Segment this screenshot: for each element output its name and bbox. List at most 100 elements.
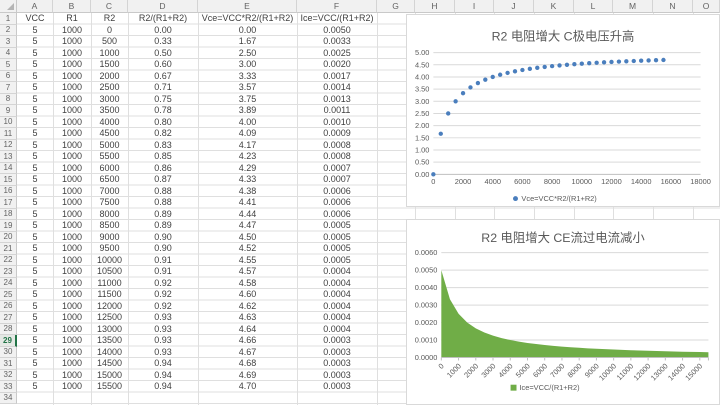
sheet-cell[interactable]: 0.0003	[297, 335, 377, 347]
sheet-cell[interactable]: 5	[17, 289, 53, 301]
sheet-cell[interactable]: 1000	[53, 243, 91, 255]
sheet-cell[interactable]: 0.86	[128, 163, 198, 175]
sheet-cell[interactable]: 0.0004	[297, 301, 377, 313]
sheet-cell[interactable]: 1000	[53, 301, 91, 313]
sheet-cell[interactable]: 0.0020	[297, 59, 377, 71]
sheet-header-cell[interactable]: VCC	[17, 13, 53, 25]
sheet-cell[interactable]: 5	[17, 36, 53, 48]
sheet-cell[interactable]: 4.60	[198, 289, 297, 301]
row-header-3[interactable]: 3	[0, 36, 17, 48]
row-header-6[interactable]: 6	[0, 71, 17, 83]
sheet-cell[interactable]: 0.0003	[297, 381, 377, 393]
sheet-cell[interactable]: 4.57	[198, 266, 297, 278]
row-header-29[interactable]: 29	[0, 335, 17, 347]
sheet-cell[interactable]: 3.00	[198, 59, 297, 71]
row-header-22[interactable]: 22	[0, 255, 17, 267]
sheet-cell[interactable]: 0.94	[128, 370, 198, 382]
sheet-cell[interactable]: 9500	[91, 243, 128, 255]
sheet-cell[interactable]: 0.80	[128, 117, 198, 129]
sheet-cell[interactable]: 5	[17, 347, 53, 359]
sheet-cell[interactable]: 5	[17, 278, 53, 290]
column-header-C[interactable]: C	[91, 0, 128, 13]
column-header-L[interactable]: L	[574, 0, 613, 13]
column-header-D[interactable]: D	[128, 0, 198, 13]
sheet-cell[interactable]: 0.89	[128, 220, 198, 232]
sheet-cell[interactable]: 4.50	[198, 232, 297, 244]
sheet-cell[interactable]: 1000	[53, 289, 91, 301]
sheet-cell[interactable]: 0.0033	[297, 36, 377, 48]
sheet-cell[interactable]: 4.41	[198, 197, 297, 209]
sheet-cell[interactable]: 0.0008	[297, 140, 377, 152]
sheet-cell[interactable]: 4.63	[198, 312, 297, 324]
sheet-cell[interactable]: 2000	[91, 71, 128, 83]
sheet-cell[interactable]: 13000	[91, 324, 128, 336]
sheet-cell[interactable]: 0.0005	[297, 232, 377, 244]
sheet-cell[interactable]: 5	[17, 266, 53, 278]
sheet-cell[interactable]: 5	[17, 151, 53, 163]
sheet-cell[interactable]: 1000	[53, 163, 91, 175]
sheet-cell[interactable]: 5	[17, 220, 53, 232]
sheet-cell[interactable]: 3.75	[198, 94, 297, 106]
row-header-4[interactable]: 4	[0, 48, 17, 60]
sheet-cell[interactable]: 12500	[91, 312, 128, 324]
sheet-cell[interactable]: 5	[17, 94, 53, 106]
column-header-F[interactable]: F	[297, 0, 377, 13]
row-header-10[interactable]: 10	[0, 117, 17, 129]
sheet-cell[interactable]: 0.0006	[297, 197, 377, 209]
column-header-H[interactable]: H	[415, 0, 455, 13]
sheet-cell[interactable]: 0.75	[128, 94, 198, 106]
sheet-cell[interactable]: 0.0017	[297, 71, 377, 83]
sheet-cell[interactable]: 0.60	[128, 59, 198, 71]
sheet-cell[interactable]: 0.0004	[297, 289, 377, 301]
sheet-cell[interactable]: 1000	[53, 105, 91, 117]
row-header-1[interactable]: 1	[0, 13, 17, 25]
sheet-cell[interactable]: 0.90	[128, 232, 198, 244]
sheet-cell[interactable]: 1000	[91, 48, 128, 60]
sheet-cell[interactable]: 1000	[53, 174, 91, 186]
sheet-cell[interactable]: 0.82	[128, 128, 198, 140]
sheet-cell[interactable]: 0.93	[128, 335, 198, 347]
sheet-cell[interactable]: 12000	[91, 301, 128, 313]
sheet-cell[interactable]: 5	[17, 48, 53, 60]
sheet-cell[interactable]: 0.88	[128, 186, 198, 198]
column-header-B[interactable]: B	[53, 0, 91, 13]
sheet-cell[interactable]: 0.87	[128, 174, 198, 186]
sheet-cell[interactable]: 4.38	[198, 186, 297, 198]
sheet-cell[interactable]: 1000	[53, 25, 91, 37]
column-header-O[interactable]: O	[693, 0, 720, 13]
sheet-cell[interactable]: 5	[17, 186, 53, 198]
sheet-cell[interactable]: 5	[17, 232, 53, 244]
sheet-cell[interactable]: 5	[17, 197, 53, 209]
row-header-19[interactable]: 19	[0, 220, 17, 232]
row-header-20[interactable]: 20	[0, 232, 17, 244]
sheet-cell[interactable]: 3000	[91, 94, 128, 106]
row-header-33[interactable]: 33	[0, 381, 17, 393]
sheet-cell[interactable]: 1000	[53, 186, 91, 198]
sheet-cell[interactable]: 0.33	[128, 36, 198, 48]
sheet-cell[interactable]: 5	[17, 370, 53, 382]
sheet-cell[interactable]: 4.58	[198, 278, 297, 290]
row-header-21[interactable]: 21	[0, 243, 17, 255]
sheet-cell[interactable]: 0.91	[128, 255, 198, 267]
sheet-cell[interactable]: 0.00	[128, 25, 198, 37]
sheet-cell[interactable]: 1000	[53, 71, 91, 83]
sheet-cell[interactable]: 1000	[53, 59, 91, 71]
sheet-cell[interactable]: 10500	[91, 266, 128, 278]
sheet-cell[interactable]: 1000	[53, 48, 91, 60]
sheet-cell[interactable]: 0.93	[128, 324, 198, 336]
sheet-cell[interactable]: 0.94	[128, 358, 198, 370]
sheet-cell[interactable]: 0.94	[128, 381, 198, 393]
sheet-cell[interactable]: 0.0005	[297, 255, 377, 267]
sheet-cell[interactable]: 5	[17, 324, 53, 336]
sheet-cell[interactable]: 5	[17, 209, 53, 221]
sheet-cell[interactable]: 0.67	[128, 71, 198, 83]
chart-ice-area[interactable]: R2 电阻增大 CE流过电流减小0.00000.00100.00200.0030…	[406, 219, 720, 405]
sheet-cell[interactable]: 0.0007	[297, 163, 377, 175]
column-header-I[interactable]: I	[455, 0, 494, 13]
sheet-header-cell[interactable]: Ice=VCC/(R1+R2)	[297, 13, 377, 25]
sheet-cell[interactable]: 0.71	[128, 82, 198, 94]
sheet-header-cell[interactable]: R1	[53, 13, 91, 25]
row-header-27[interactable]: 27	[0, 312, 17, 324]
sheet-cell[interactable]: 5	[17, 335, 53, 347]
sheet-cell[interactable]: 4.33	[198, 174, 297, 186]
